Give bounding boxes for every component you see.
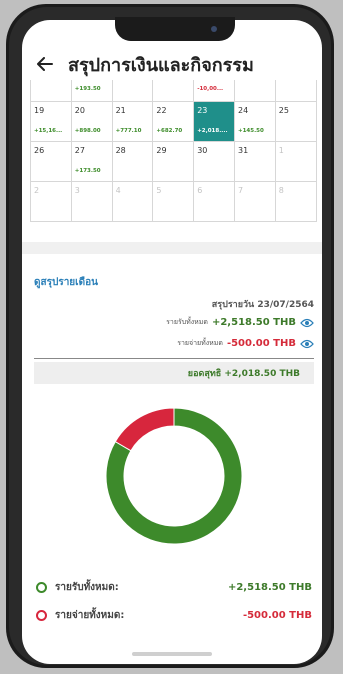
calendar-day-cell[interactable]: 28 — [112, 142, 154, 182]
calendar-day-number: 5 — [156, 186, 162, 195]
expense-legend-circle-icon — [36, 610, 47, 621]
calendar-day-number: 30 — [197, 146, 208, 155]
calendar-day-amount: +15,16... — [34, 128, 63, 134]
legend-expense-row: รายจ่ายทั้งหมด: -500.00 THB — [36, 608, 312, 623]
daily-summary-date: สรุปรายวัน 23/07/2564 — [211, 300, 314, 310]
calendar-day-number: 29 — [156, 146, 167, 155]
expense-summary-row: รายจ่ายทั้งหมด -500.00 THB — [177, 338, 314, 349]
calendar-day-amount: +898.00 — [74, 128, 101, 134]
monthly-summary-link[interactable]: ดูสรุปรายเดือน — [34, 275, 98, 290]
calendar-day-amount: +173.50 — [74, 168, 101, 174]
app-header: สรุปการเงินและกิจกรรม — [22, 48, 322, 80]
calendar-day-number: 3 — [74, 186, 80, 195]
calendar-day-number: 8 — [278, 186, 284, 195]
calendar-day-cell[interactable]: 26 — [31, 142, 72, 182]
calendar-day-number: 21 — [115, 106, 126, 115]
calendar-day-cell[interactable]: 22 +682.70 — [153, 102, 195, 142]
calendar-day-cell[interactable] — [112, 80, 154, 102]
calendar-day-number: 26 — [34, 146, 45, 155]
app-screen: สรุปการเงินและกิจกรรม +193.50 -10,00... 19… — [22, 20, 322, 664]
calendar-day-cell[interactable]: 23 +2,018.... — [194, 102, 235, 142]
income-expense-donut-chart — [105, 407, 243, 545]
income-legend-circle-icon — [36, 582, 47, 593]
calendar-day-number: 6 — [197, 186, 203, 195]
legend-income-value: +2,518.50 THB — [227, 582, 312, 593]
calendar-day-cell[interactable] — [153, 80, 195, 102]
income-label: รายรับทั้งหมด — [166, 318, 208, 326]
eye-icon[interactable] — [300, 339, 314, 349]
calendar-day-number: 19 — [34, 106, 45, 115]
calendar-day-cell[interactable] — [275, 80, 317, 102]
calendar-day-number: 20 — [74, 106, 85, 115]
calendar-day-cell[interactable] — [234, 80, 276, 102]
calendar-day-cell[interactable]: 31 — [234, 142, 276, 182]
calendar-day-cell[interactable]: 1 — [275, 142, 317, 182]
section-divider — [22, 242, 322, 254]
calendar-week-row: +193.50 -10,00... — [31, 80, 317, 102]
calendar-day-number: 2 — [34, 186, 40, 195]
income-value: +2,518.50 THB — [211, 317, 296, 328]
calendar-day-number: 4 — [115, 186, 121, 195]
calendar-day-number: 25 — [278, 106, 289, 115]
calendar-day-number: 7 — [237, 186, 244, 195]
expense-value: -500.00 THB — [226, 338, 296, 349]
calendar-day-cell[interactable]: 7 — [234, 182, 276, 222]
donut-slice-expense — [114, 407, 175, 452]
home-indicator — [132, 652, 212, 656]
calendar-day-cell[interactable]: 20 +898.00 — [71, 102, 113, 142]
calendar-day-amount: +682.70 — [156, 128, 183, 134]
calendar-day-number: 1 — [278, 146, 284, 155]
calendar-day-cell[interactable]: -10,00... — [194, 80, 235, 102]
net-total-text: ยอดสุทธิ +2,018.50 THB — [187, 369, 300, 379]
calendar-day-number: 24 — [237, 106, 249, 115]
calendar-day-cell[interactable]: +193.50 — [71, 80, 113, 102]
calendar-day-cell[interactable]: 27 +173.50 — [71, 142, 113, 182]
summary-separator — [34, 358, 314, 359]
calendar-week-row: 26 27 +173.50 28 29 30 31 1 — [31, 142, 317, 182]
calendar-day-cell[interactable] — [31, 80, 72, 102]
legend-income-label: รายรับทั้งหมด: — [55, 582, 119, 593]
calendar-day-cell[interactable]: 2 — [31, 182, 72, 222]
expense-label: รายจ่ายทั้งหมด — [177, 339, 223, 347]
calendar-day-amount: +145.50 — [237, 128, 264, 134]
calendar-day-number: 23 — [197, 106, 208, 115]
calendar-day-amount: +193.50 — [74, 86, 101, 92]
legend-income-row: รายรับทั้งหมด: +2,518.50 THB — [36, 580, 312, 595]
calendar-day-cell[interactable]: 5 — [153, 182, 195, 222]
calendar-day-number: 31 — [237, 146, 249, 155]
net-total-box: ยอดสุทธิ +2,018.50 THB — [34, 362, 314, 384]
calendar-day-cell[interactable]: 4 — [112, 182, 154, 222]
legend-expense-value: -500.00 THB — [242, 610, 312, 621]
calendar-day-amount: -10,00... — [197, 86, 224, 92]
phone-notch — [115, 17, 235, 41]
calendar-grid: +193.50 -10,00... 19 +15,16... 20 +898.00 21 +7… — [30, 80, 317, 222]
calendar-day-amount: +2,018.... — [197, 128, 228, 134]
calendar-day-cell[interactable]: 19 +15,16... — [31, 102, 72, 142]
calendar-day-cell[interactable]: 6 — [194, 182, 235, 222]
calendar-day-cell[interactable]: 30 — [194, 142, 235, 182]
calendar-day-cell[interactable]: 8 — [275, 182, 317, 222]
calendar-day-cell[interactable]: 29 — [153, 142, 195, 182]
calendar-day-cell[interactable]: 24 +145.50 — [234, 102, 276, 142]
calendar-day-number: 22 — [156, 106, 167, 115]
calendar-week-row: 2 3 4 5 6 7 8 — [31, 182, 317, 222]
calendar-week-row: 19 +15,16... 20 +898.00 21 +777.10 22 +682.70 23… — [31, 102, 317, 142]
page-title: สรุปการเงินและกิจกรรม — [68, 54, 254, 76]
arrow-left-icon[interactable] — [34, 53, 56, 75]
legend-expense-label: รายจ่ายทั้งหมด: — [55, 610, 125, 621]
calendar-day-number: 28 — [115, 146, 126, 155]
eye-icon[interactable] — [300, 318, 314, 328]
calendar-day-cell[interactable]: 25 — [275, 102, 317, 142]
camera-icon — [211, 26, 217, 32]
calendar-day-cell[interactable]: 21 +777.10 — [112, 102, 154, 142]
calendar-day-cell[interactable]: 3 — [71, 182, 113, 222]
calendar-day-amount: +777.10 — [115, 128, 142, 134]
income-summary-row: รายรับทั้งหมด +2,518.50 THB — [166, 317, 314, 328]
calendar-day-number: 27 — [74, 146, 85, 155]
